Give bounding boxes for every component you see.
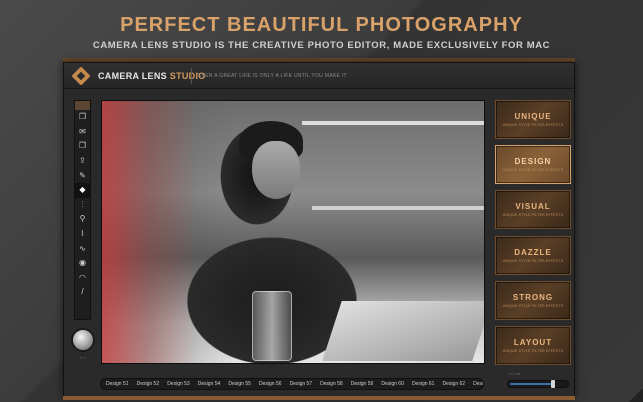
- brush-tool-button[interactable]: ⌇: [75, 227, 90, 242]
- preset-title: UNIQUE: [514, 111, 552, 121]
- preset-title: DAZZLE: [514, 247, 552, 257]
- design-item[interactable]: Design 62: [443, 381, 474, 387]
- export-tool-button[interactable]: ⇪: [75, 154, 90, 169]
- preset-title: STRONG: [512, 292, 554, 302]
- preset-design[interactable]: DESIGN UNIQUE STYLE FILTER EFFECTS: [495, 145, 571, 185]
- design-item[interactable]: Design 56: [259, 381, 290, 387]
- window-bottom-accent: [63, 396, 575, 400]
- pin-tool-button[interactable]: ⚲: [75, 212, 90, 227]
- design-item[interactable]: Design 52: [137, 381, 168, 387]
- preset-subtitle: UNIQUE STYLE FILTER EFFECTS: [502, 213, 564, 218]
- app-name-primary: CAMERA LENS: [98, 71, 167, 81]
- tool-sidebar: ❐ ✉ ❒ ⇪ ✎ ◆ ⫶ ⚲ ⌇ ∿ ◉ ◠ /: [74, 100, 91, 320]
- layers-tool-button[interactable]: ❐: [75, 110, 90, 125]
- pencil-icon: /: [81, 287, 84, 297]
- design-item[interactable]: Design 55: [228, 381, 259, 387]
- adjust-sliders-tool-button[interactable]: ⫶: [75, 198, 90, 213]
- toolbar-grip[interactable]: [75, 101, 90, 110]
- eye-icon: ◉: [79, 258, 86, 268]
- preset-unique[interactable]: UNIQUE UNIQUE STYLE FILTER EFFECTS: [495, 100, 571, 139]
- photo-shelf-top: [302, 121, 484, 125]
- app-logo-icon: [71, 66, 91, 86]
- preset-subtitle: UNIQUE STYLE FILTER EFFECTS: [502, 258, 564, 263]
- edit-tool-button[interactable]: ✎: [75, 168, 90, 183]
- preset-panel: UNIQUE UNIQUE STYLE FILTER EFFECTS DESIGN U…: [495, 100, 571, 366]
- design-strip[interactable]: Design 51 Design 52 Design 53 Design 54 Desi…: [100, 378, 484, 390]
- app-window: CAMERA LENS STUDIO EVEN A GREAT LIFE IS …: [63, 62, 575, 398]
- design-item[interactable]: Design 57: [290, 381, 321, 387]
- photo-subject-face: [252, 141, 300, 199]
- copy-tool-button[interactable]: ❒: [75, 139, 90, 154]
- preset-title: DESIGN: [514, 157, 552, 167]
- gauge-tool-button[interactable]: ◠: [75, 271, 90, 286]
- photo-shelf-middle: [312, 206, 484, 210]
- slider-thumb[interactable]: [550, 380, 555, 388]
- edit-icon: ✎: [79, 170, 86, 180]
- design-item[interactable]: Design 51: [106, 381, 137, 387]
- preset-title: LAYOUT: [513, 338, 553, 348]
- tool-list: ❐ ✉ ❒ ⇪ ✎ ◆ ⫶ ⚲ ⌇ ∿ ◉ ◠ /: [75, 110, 90, 300]
- layers-icon: ❐: [78, 112, 87, 122]
- title-divider: [191, 68, 192, 84]
- inbox-icon: ✉: [79, 126, 86, 136]
- preset-subtitle: UNIQUE STYLE FILTER EFFECTS: [502, 168, 564, 173]
- pin-icon: ⚲: [79, 214, 86, 224]
- gauge-icon: ◠: [79, 272, 86, 282]
- preset-strong[interactable]: STRONG UNIQUE STYLE FILTER EFFECTS: [495, 280, 571, 320]
- inbox-tool-button[interactable]: ✉: [75, 125, 90, 140]
- page-subheadline: CAMERA LENS STUDIO IS THE CREATIVE PHOTO…: [92, 40, 551, 51]
- app-name: CAMERA LENS STUDIO: [98, 71, 206, 81]
- waveform-icon: ∿: [79, 243, 86, 253]
- diamond-tool-button[interactable]: ◆: [75, 182, 90, 198]
- slider-label: ▪ ▪ ▪ ▪ ▾: [509, 372, 520, 376]
- design-item[interactable]: Design 60: [381, 381, 412, 387]
- slider-fill: [510, 383, 554, 385]
- preset-layout[interactable]: LAYOUT UNIQUE STYLE FILTER EFFECTS: [495, 326, 571, 366]
- brush-icon: ⌇: [80, 229, 85, 239]
- preset-title: VISUAL: [515, 202, 551, 212]
- knob-label: ▪ ▪ ▪: [80, 356, 86, 360]
- photo-canvas[interactable]: [101, 100, 485, 364]
- waveform-tool-button[interactable]: ∿: [75, 241, 90, 256]
- diamond-icon: ◆: [79, 185, 86, 195]
- design-item[interactable]: Desig: [473, 381, 483, 387]
- page-headline: PERFECT BEAUTIFUL PHOTOGRAPHY: [120, 14, 523, 36]
- design-item[interactable]: Design 53: [167, 381, 198, 387]
- preset-subtitle: UNIQUE STYLE FILTER EFFECTS: [502, 303, 564, 308]
- app-tagline: EVEN A GREAT LIFE IS ONLY A LIFE UNTIL Y…: [198, 73, 347, 79]
- preset-subtitle: UNIQUE STYLE FILTER EFFECTS: [502, 349, 564, 354]
- design-item[interactable]: Design 61: [412, 381, 443, 387]
- pencil-tool-button[interactable]: /: [75, 285, 90, 300]
- design-item[interactable]: Design 58: [320, 381, 351, 387]
- eye-tool-button[interactable]: ◉: [75, 256, 90, 271]
- copy-icon: ❒: [78, 141, 87, 151]
- export-icon: ⇪: [79, 156, 86, 166]
- design-item[interactable]: Design 54: [198, 381, 229, 387]
- adjust-sliders-icon: ⫶: [81, 199, 84, 209]
- preset-dazzle[interactable]: DAZZLE UNIQUE STYLE FILTER EFFECTS: [495, 235, 571, 275]
- app-title-bar: CAMERA LENS STUDIO EVEN A GREAT LIFE IS …: [64, 63, 574, 89]
- intensity-slider[interactable]: [507, 380, 569, 388]
- adjust-knob[interactable]: [71, 328, 95, 352]
- corner-decoration: [629, 388, 643, 402]
- design-item[interactable]: Design 59: [351, 381, 382, 387]
- photo-beer-glass: [252, 291, 292, 361]
- preset-subtitle: UNIQUE STYLE FILTER EFFECTS: [502, 122, 564, 127]
- preset-visual[interactable]: VISUAL UNIQUE STYLE FILTER EFFECTS: [495, 190, 571, 230]
- photo-laptop: [322, 301, 484, 361]
